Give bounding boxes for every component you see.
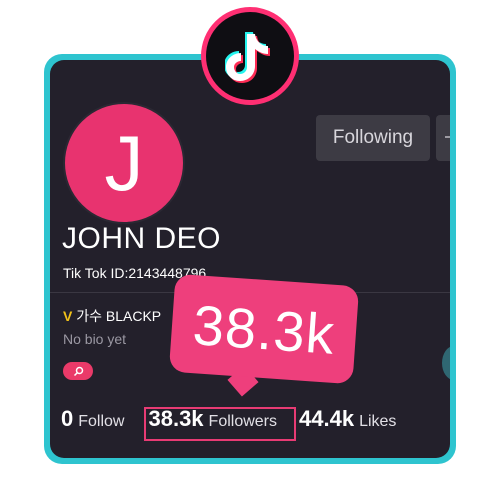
verified-icon: V xyxy=(63,308,73,324)
avatar[interactable]: J xyxy=(63,102,185,224)
edge-button xyxy=(442,346,450,380)
profile-card: J Following JOHN DEO Tik Tok ID:21434487… xyxy=(50,60,450,458)
follow-label: Follow xyxy=(78,413,125,430)
following-button[interactable]: Following xyxy=(316,115,430,161)
more-icon[interactable] xyxy=(436,115,450,161)
likes-label: Likes xyxy=(359,413,397,430)
stats-row: 0 Follow 38.3k Followers 44.4k Likes xyxy=(61,406,396,442)
profile-name: JOHN DEO xyxy=(62,222,222,255)
follow-count[interactable]: 0 xyxy=(61,406,73,432)
verified-text: 가수 BLACKP xyxy=(76,308,162,324)
followers-count[interactable]: 38.3k xyxy=(148,406,203,432)
followers-label: Followers xyxy=(208,413,278,430)
tiktok-logo-icon xyxy=(206,12,294,100)
search-button[interactable] xyxy=(63,362,93,380)
likes-count[interactable]: 44.4k xyxy=(299,406,354,432)
bio-text: No bio yet xyxy=(63,331,127,347)
followers-callout: 38.3k xyxy=(168,273,360,385)
verified-line: V 가수 BLACKP xyxy=(63,306,161,326)
tiktok-logo-badge xyxy=(201,7,299,105)
search-icon xyxy=(73,366,83,376)
